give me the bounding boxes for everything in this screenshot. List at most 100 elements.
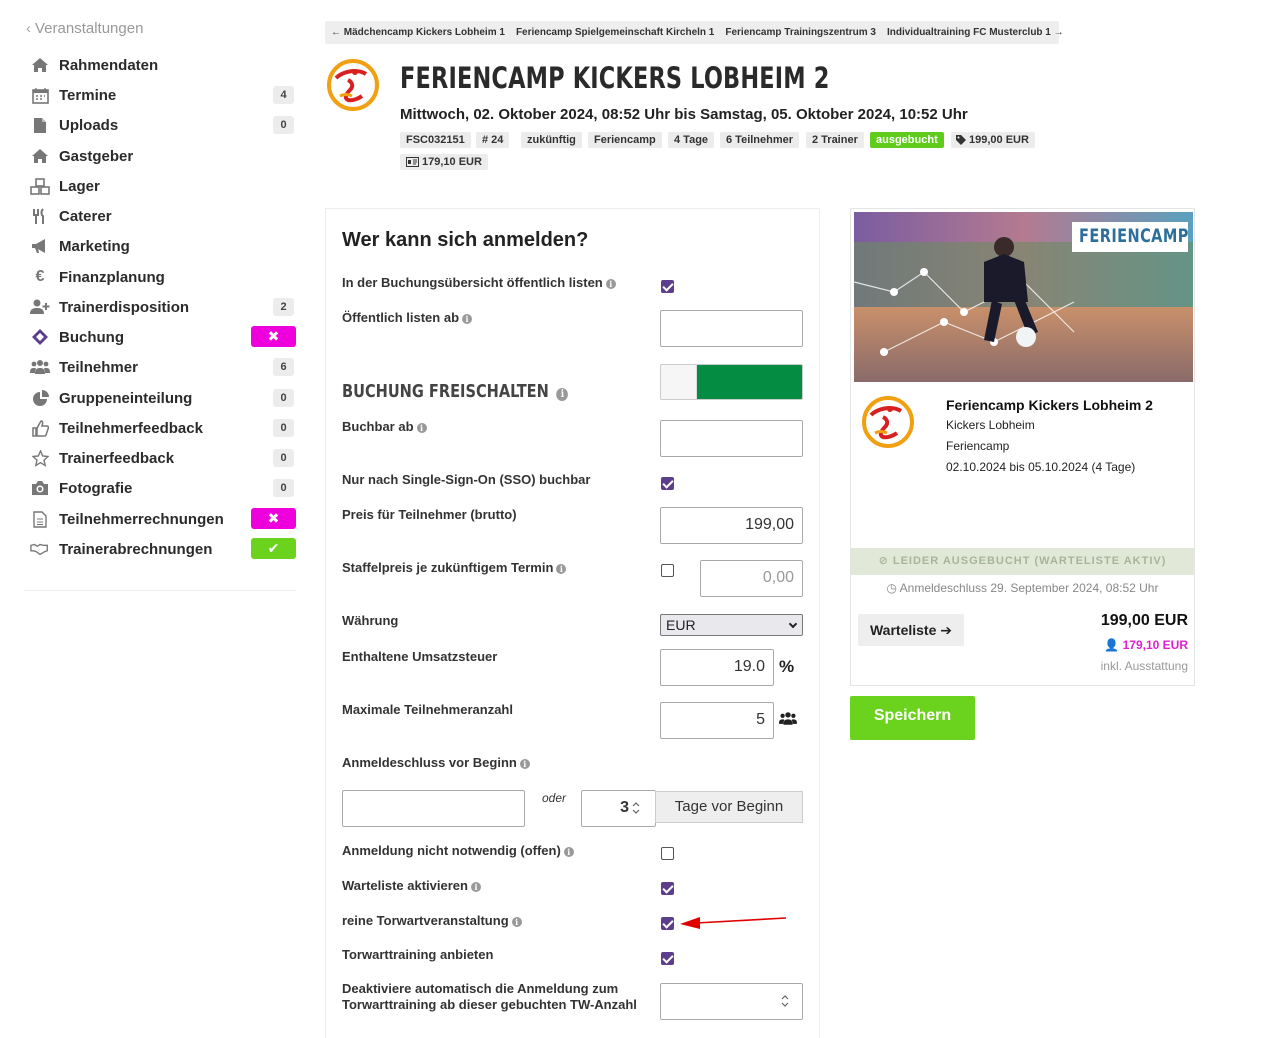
sidebar-item-trainerdisposition[interactable]: Trainerdisposition 2 — [24, 294, 296, 320]
vat-input[interactable]: 19.0 — [660, 649, 774, 686]
bookable-from-input[interactable] — [660, 420, 803, 457]
price-input[interactable]: 199,00 — [660, 507, 803, 544]
days-before-button[interactable]: Tage vor Beginn — [655, 791, 803, 823]
ticket-icon — [30, 328, 50, 346]
info-icon[interactable]: i — [556, 564, 567, 574]
sidebar-item-uploads[interactable]: Uploads 0 — [24, 112, 296, 138]
cubes-icon — [30, 177, 50, 195]
count-badge: 0 — [273, 116, 294, 134]
percent-unit: % — [779, 657, 795, 676]
info-icon[interactable]: i — [563, 847, 574, 857]
sidebar-item-termine[interactable]: Termine 4 — [24, 82, 296, 108]
card-price: 199,00 EUR — [1100, 612, 1188, 629]
goalkeeper-training-checkbox[interactable] — [661, 952, 674, 965]
save-button[interactable]: Speichern — [850, 696, 975, 740]
staffel-checkbox[interactable] — [661, 564, 674, 577]
goalkeeper-event-checkbox[interactable] — [661, 917, 674, 930]
card-title: Feriencamp Kickers Lobheim 2 — [946, 397, 1153, 413]
booking-enable-toggle[interactable] — [660, 364, 803, 400]
back-link[interactable]: ‹ Veranstaltungen — [24, 18, 296, 40]
sidebar-item-lager[interactable]: Lager — [24, 173, 296, 199]
max-participants-input[interactable]: 5 — [660, 702, 774, 739]
count-badge: 0 — [273, 389, 294, 407]
thumbs-up-icon — [30, 419, 50, 437]
pie-chart-icon — [30, 389, 50, 407]
sidebar-item-fotografie[interactable]: Fotografie 0 — [24, 475, 296, 501]
or-text: oder — [542, 791, 567, 805]
sidebar-item-buchung[interactable]: Buchung ✖ — [24, 324, 296, 350]
users-icon — [779, 711, 797, 731]
sidebar-item-teilnehmerfeedback[interactable]: Teilnehmerfeedback 0 — [24, 415, 296, 441]
info-icon[interactable]: i — [470, 882, 481, 892]
sidebar-item-gastgeber[interactable]: Gastgeber — [24, 143, 296, 169]
sidebar-divider — [24, 590, 296, 591]
toggle-knob — [661, 365, 697, 399]
waitlist-checkbox[interactable] — [661, 882, 674, 895]
days-before-input[interactable]: 3 — [581, 790, 656, 827]
tag-price: 199,00 EUR — [951, 132, 1035, 148]
sidebar-item-teilnehmerrechnungen[interactable]: Teilnehmerrechnungen ✖ — [24, 506, 296, 532]
price-tag-icon — [956, 135, 966, 145]
waitlist-button[interactable]: Warteliste ➔ — [858, 614, 964, 646]
chevron-down-icon — [788, 619, 798, 629]
count-badge: 0 — [273, 479, 294, 497]
count-badge: 2 — [273, 298, 294, 316]
vat-label: Enthaltene Umsatzsteuer — [342, 649, 498, 664]
status-badge-error: ✖ — [251, 508, 296, 529]
status-badge-error: ✖ — [251, 326, 296, 347]
event-link[interactable]: Feriencamp Trainingszentrum 3 — [725, 27, 876, 38]
public-list-checkbox[interactable] — [661, 280, 674, 293]
sidebar: ‹ Veranstaltungen Rahmendaten Termine 4 U… — [24, 18, 296, 591]
sidebar-item-marketing[interactable]: Marketing — [24, 233, 296, 259]
staffel-label: Staffelpreis je zukünftigem Termin i — [342, 560, 567, 576]
sidebar-item-teilnehmer[interactable]: Teilnehmer 6 — [24, 354, 296, 380]
currency-select[interactable]: EUR — [660, 614, 803, 636]
info-icon[interactable]: i — [416, 423, 427, 433]
event-link[interactable]: Feriencamp Spielgemeinschaft Kircheln 1 — [516, 27, 714, 38]
info-icon[interactable]: i — [519, 759, 530, 769]
event-date-range: Mittwoch, 02. Oktober 2024, 08:52 Uhr bi… — [400, 106, 968, 123]
annotation-arrow — [678, 913, 788, 936]
users-icon — [30, 358, 50, 376]
stepper-icon[interactable] — [631, 800, 641, 816]
stepper-icon[interactable] — [780, 993, 790, 1009]
panel-heading: Wer kann sich anmelden? — [342, 229, 589, 251]
info-icon[interactable]: i — [462, 314, 473, 324]
sso-checkbox[interactable] — [661, 477, 674, 490]
public-from-label: Öffentlich listen ab i — [342, 310, 473, 326]
cutlery-icon — [30, 207, 50, 225]
public-list-label: In der Buchungsübersicht öffentlich list… — [342, 275, 616, 291]
open-registration-checkbox[interactable] — [661, 847, 674, 860]
sidebar-item-gruppeneinteilung[interactable]: Gruppeneinteilung 0 — [24, 385, 296, 411]
user-icon: 👤 — [1104, 638, 1120, 652]
sidebar-item-trainerfeedback[interactable]: Trainerfeedback 0 — [24, 445, 296, 471]
file-text-icon — [30, 510, 50, 528]
sidebar-item-rahmendaten[interactable]: Rahmendaten — [24, 52, 296, 78]
tag-id: FSC032151 — [400, 132, 471, 148]
card-dates: 02.10.2024 bis 05.10.2024 (4 Tage) — [946, 460, 1136, 474]
deadline-date-input[interactable] — [342, 790, 525, 827]
tag-member-price: 179,10 EUR — [400, 154, 488, 170]
info-icon[interactable]: i — [605, 279, 616, 289]
file-icon — [30, 116, 50, 134]
prev-event-link[interactable]: ← Mädchencamp Kickers Lobheim 1 — [331, 27, 505, 38]
toggle-fill — [697, 365, 802, 399]
tag-number: # 24 — [476, 132, 510, 148]
max-participants-label: Maximale Teilnehmeranzahl — [342, 702, 513, 717]
bookable-from-label: Buchbar ab i — [342, 419, 427, 435]
info-icon[interactable]: i — [556, 388, 569, 401]
currency-label: Währung — [342, 613, 399, 628]
sidebar-item-caterer[interactable]: Caterer — [24, 203, 296, 229]
info-icon[interactable]: i — [511, 917, 522, 927]
public-from-input[interactable] — [660, 310, 803, 347]
id-card-icon — [406, 157, 419, 167]
banner-text: FERIENCAMP — [1079, 225, 1189, 247]
tag-participants: 6 Teilnehmer — [720, 132, 800, 148]
sidebar-item-finanzplanung[interactable]: € Finanzplanung — [24, 264, 296, 290]
bullhorn-icon — [30, 237, 50, 255]
sidebar-item-trainerabrechnungen[interactable]: Trainerabrechnungen ✔ — [24, 536, 296, 562]
next-event-link[interactable]: Individualtraining FC Musterclub 1 → — [887, 27, 1064, 38]
goalkeeper-training-label: Torwarttraining anbieten — [342, 947, 494, 962]
staffel-price-input[interactable]: 0,00 — [700, 560, 803, 597]
tag-status: ausgebucht — [870, 132, 944, 148]
